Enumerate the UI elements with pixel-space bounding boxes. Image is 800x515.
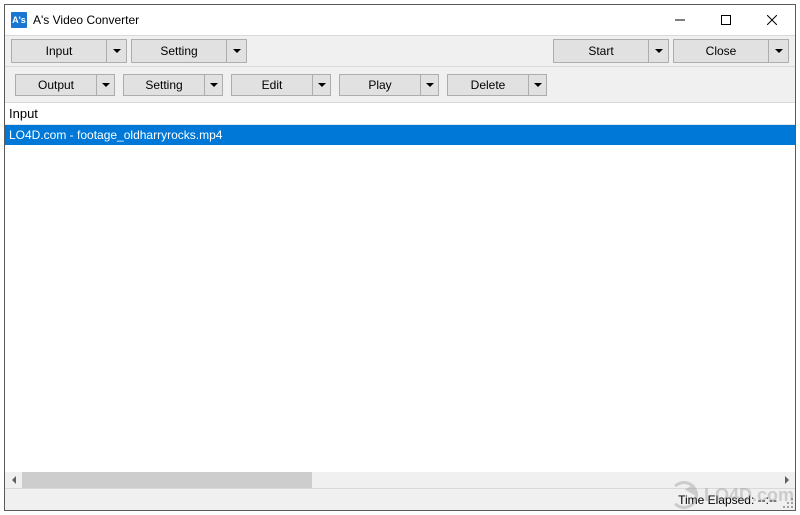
start-button-label[interactable]: Start	[553, 39, 649, 63]
setting-button-sub[interactable]: Setting	[123, 74, 223, 96]
chevron-down-icon	[113, 47, 121, 55]
scroll-right-button[interactable]	[778, 472, 795, 488]
setting-button-top-label[interactable]: Setting	[131, 39, 227, 63]
output-button[interactable]: Output	[15, 74, 115, 96]
setting-button-top[interactable]: Setting	[131, 39, 247, 63]
chevron-down-icon	[655, 47, 663, 55]
column-header-input[interactable]: Input	[5, 103, 795, 125]
time-elapsed-label: Time Elapsed:	[678, 493, 754, 507]
statusbar: Time Elapsed: --:--	[5, 488, 795, 510]
edit-button[interactable]: Edit	[231, 74, 331, 96]
input-button-label[interactable]: Input	[11, 39, 107, 63]
setting-button-sub-dropdown[interactable]	[205, 74, 223, 96]
scroll-track[interactable]	[22, 472, 778, 488]
toolbar-top: Input Setting Start Close	[5, 35, 795, 67]
list-item[interactable]: LO4D.com - footage_oldharryrocks.mp4	[5, 125, 795, 145]
start-button[interactable]: Start	[553, 39, 669, 63]
app-icon: A's	[11, 12, 27, 28]
chevron-down-icon	[102, 81, 110, 89]
horizontal-scrollbar[interactable]	[5, 471, 795, 488]
chevron-down-icon	[426, 81, 434, 89]
delete-button[interactable]: Delete	[447, 74, 547, 96]
input-button[interactable]: Input	[11, 39, 127, 63]
minimize-icon	[675, 15, 685, 25]
output-button-label[interactable]: Output	[15, 74, 97, 96]
toolbar-sub: Output Setting Edit Play Delete	[5, 67, 795, 103]
time-elapsed-value: --:--	[758, 493, 777, 507]
close-button-label[interactable]: Close	[673, 39, 769, 63]
maximize-icon	[721, 15, 731, 25]
close-icon	[767, 15, 777, 25]
resize-grip[interactable]	[781, 496, 793, 508]
output-button-dropdown[interactable]	[97, 74, 115, 96]
maximize-button[interactable]	[703, 5, 749, 35]
content-area: Input LO4D.com - footage_oldharryrocks.m…	[5, 103, 795, 488]
chevron-down-icon	[233, 47, 241, 55]
titlebar: A's A's Video Converter	[5, 5, 795, 35]
minimize-button[interactable]	[657, 5, 703, 35]
close-button[interactable]: Close	[673, 39, 789, 63]
delete-button-label[interactable]: Delete	[447, 74, 529, 96]
app-window: A's A's Video Converter Input Setting	[4, 4, 796, 511]
setting-button-top-dropdown[interactable]	[227, 39, 247, 63]
edit-button-dropdown[interactable]	[313, 74, 331, 96]
chevron-down-icon	[318, 81, 326, 89]
play-button-dropdown[interactable]	[421, 74, 439, 96]
input-button-dropdown[interactable]	[107, 39, 127, 63]
scroll-thumb[interactable]	[22, 472, 312, 488]
chevron-down-icon	[534, 81, 542, 89]
setting-button-sub-label[interactable]: Setting	[123, 74, 205, 96]
window-title: A's Video Converter	[33, 13, 139, 27]
chevron-down-icon	[210, 81, 218, 89]
window-controls	[657, 5, 795, 35]
edit-button-label[interactable]: Edit	[231, 74, 313, 96]
file-list[interactable]: LO4D.com - footage_oldharryrocks.mp4	[5, 125, 795, 471]
chevron-right-icon	[783, 476, 791, 484]
play-button[interactable]: Play	[339, 74, 439, 96]
chevron-down-icon	[775, 47, 783, 55]
close-window-button[interactable]	[749, 5, 795, 35]
scroll-left-button[interactable]	[5, 472, 22, 488]
close-button-dropdown[interactable]	[769, 39, 789, 63]
delete-button-dropdown[interactable]	[529, 74, 547, 96]
start-button-dropdown[interactable]	[649, 39, 669, 63]
play-button-label[interactable]: Play	[339, 74, 421, 96]
chevron-left-icon	[10, 476, 18, 484]
